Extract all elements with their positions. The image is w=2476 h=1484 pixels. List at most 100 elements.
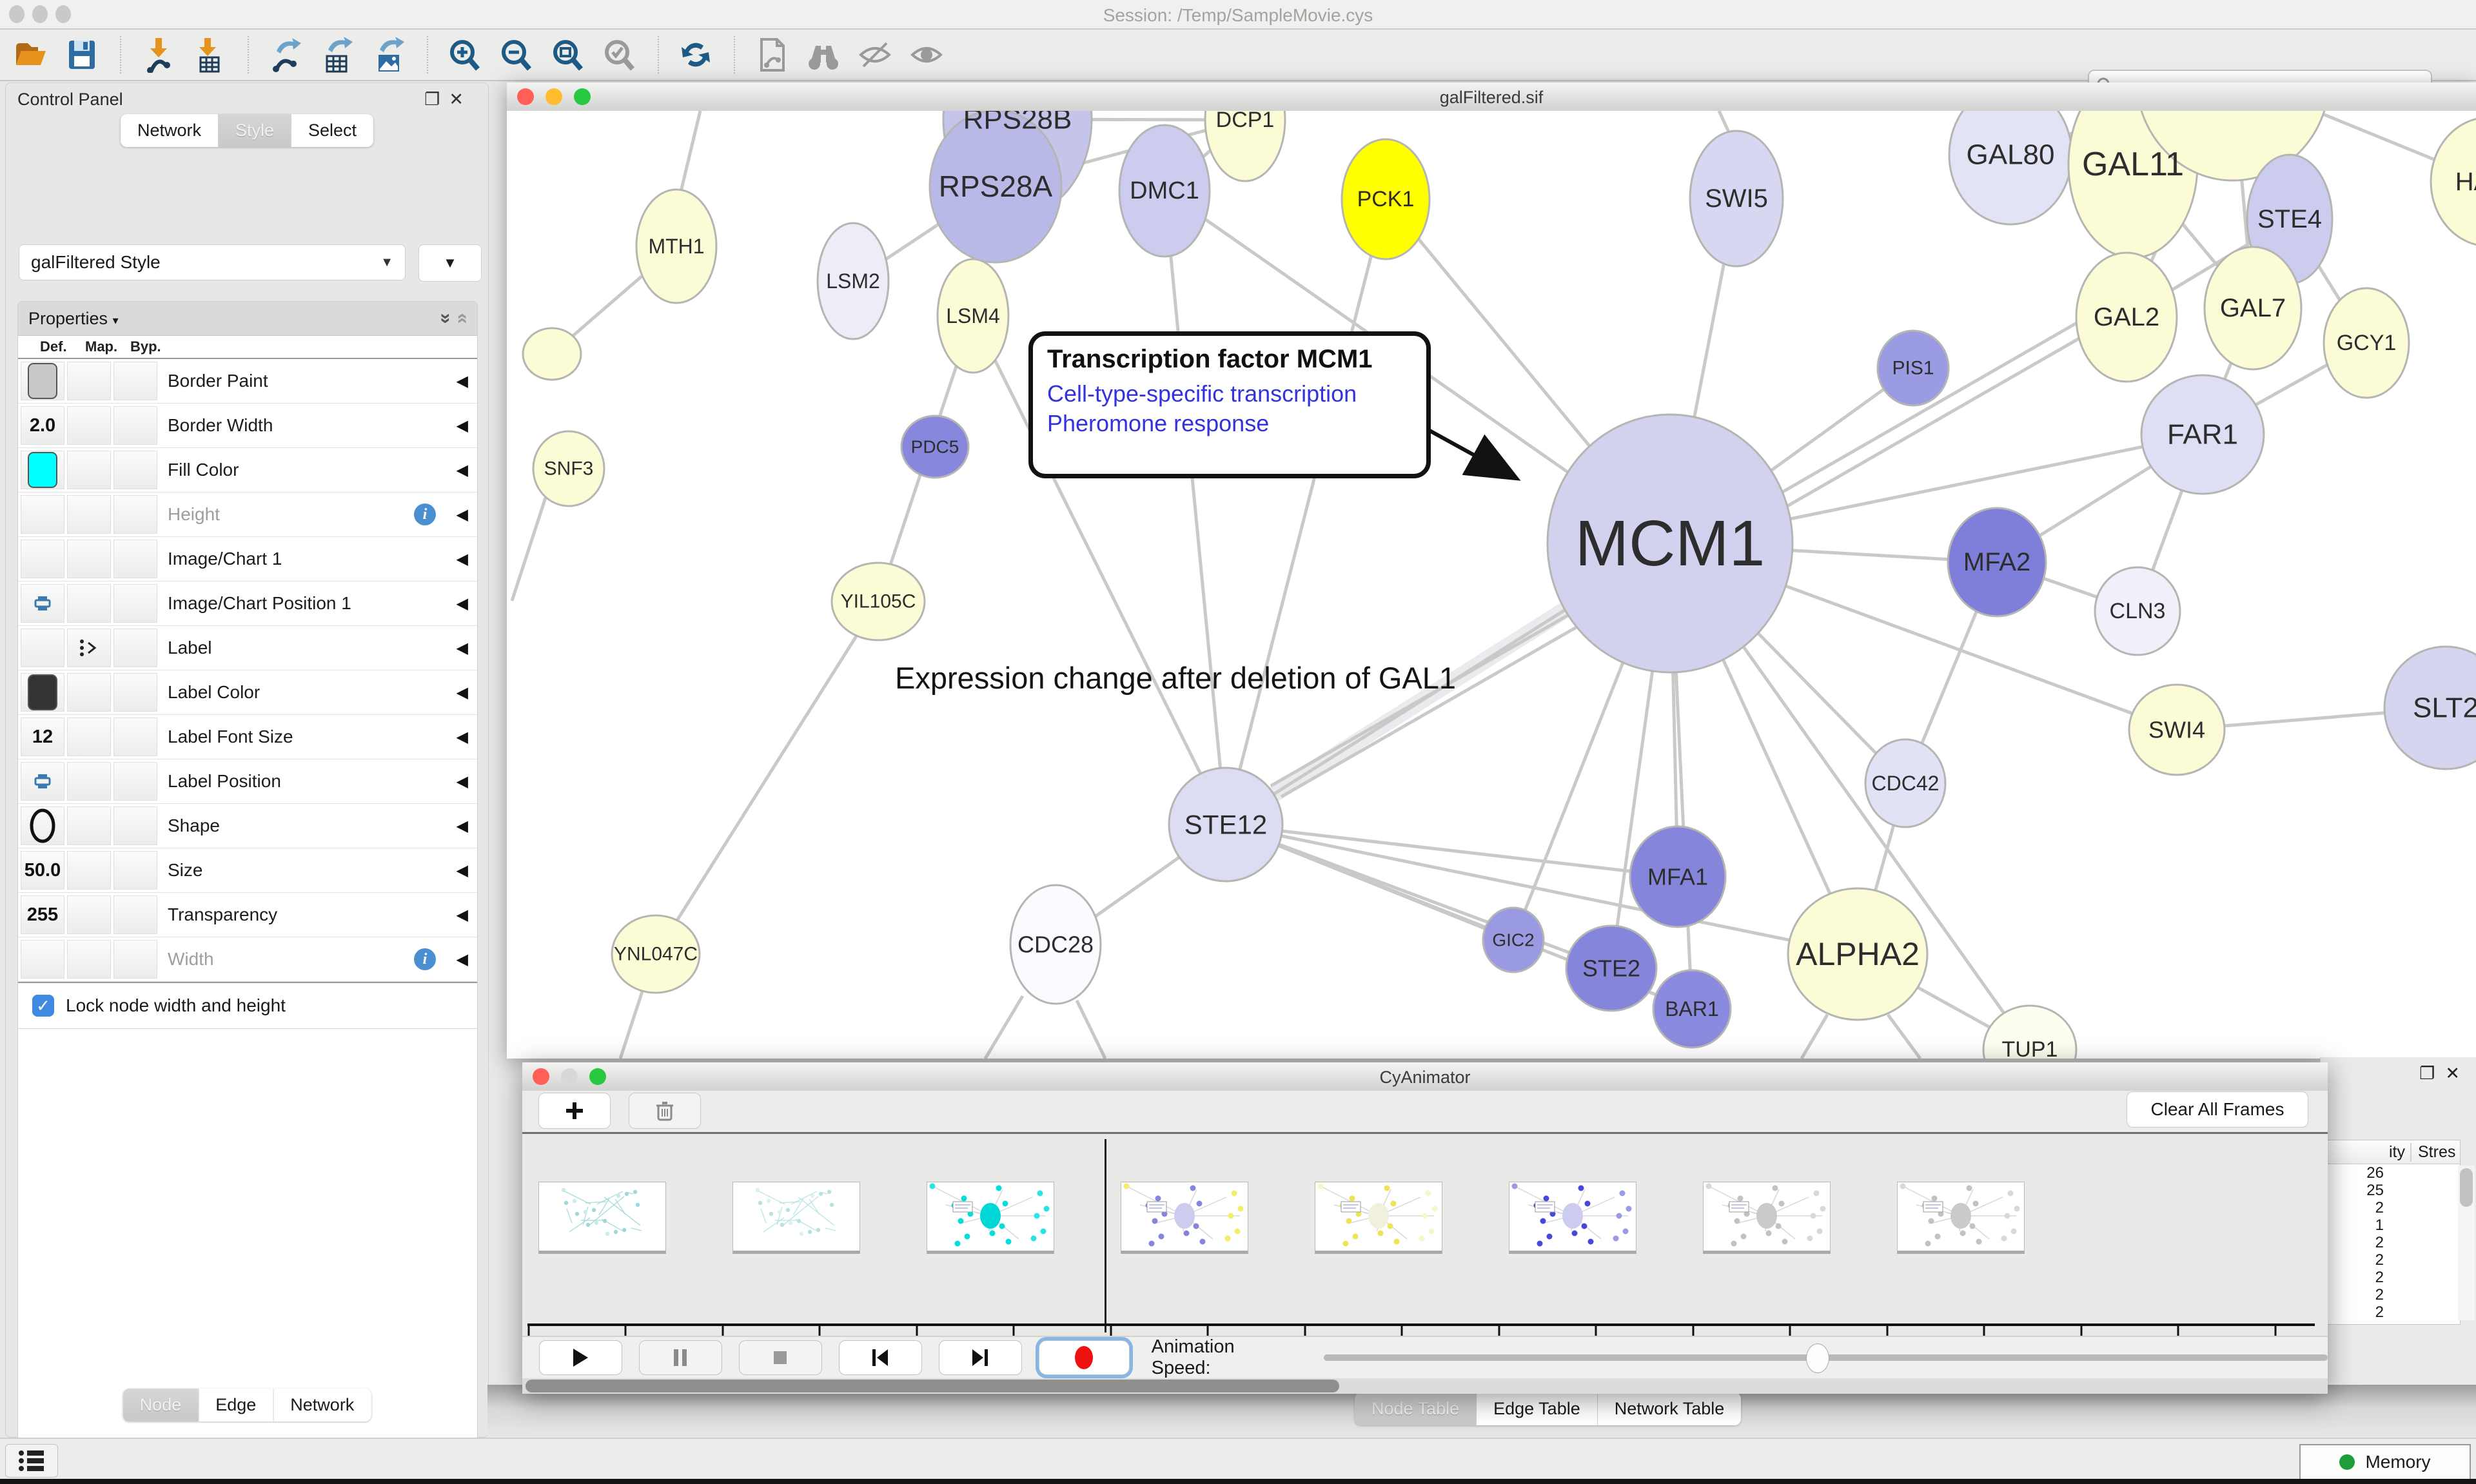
prop-row-border-paint[interactable]: Border Paint ◀ bbox=[18, 359, 477, 404]
import-network-button[interactable] bbox=[139, 35, 177, 75]
prop-row-label-color[interactable]: Label Color ◀ bbox=[18, 670, 477, 715]
network-snapshot-button[interactable] bbox=[753, 35, 791, 75]
expand-row-icon[interactable]: ◀ bbox=[457, 416, 468, 435]
prop-mapping-cell[interactable] bbox=[67, 851, 111, 890]
prop-default-cell[interactable]: 2.0 bbox=[21, 406, 64, 445]
column-header-centrality[interactable]: ity bbox=[2328, 1143, 2412, 1162]
info-icon[interactable]: i bbox=[414, 503, 436, 525]
prop-row-size[interactable]: 50.0 Size ◀ bbox=[18, 848, 477, 893]
network-edge[interactable] bbox=[656, 601, 878, 954]
network-window-titlebar[interactable]: galFiltered.sif bbox=[507, 83, 2476, 112]
prop-default-cell[interactable] bbox=[21, 940, 64, 979]
animation-frame-1[interactable] bbox=[538, 1182, 666, 1254]
table-cell-centrality[interactable]: 25 bbox=[2328, 1182, 2460, 1199]
table-cell-centrality[interactable]: 2 bbox=[2328, 1251, 2460, 1269]
animation-frame-5[interactable] bbox=[1315, 1182, 1442, 1254]
prop-default-cell[interactable] bbox=[21, 362, 64, 400]
prop-row-image-chart-position-1[interactable]: Image/Chart Position 1 ◀ bbox=[18, 581, 477, 626]
prop-mapping-cell[interactable] bbox=[67, 806, 111, 845]
zoom-fit-button[interactable] bbox=[549, 35, 587, 75]
close-panel-icon[interactable]: ✕ bbox=[2445, 1064, 2470, 1083]
table-cell-centrality[interactable]: 26 bbox=[2328, 1164, 2460, 1182]
prop-mapping-cell[interactable] bbox=[67, 940, 111, 979]
network-edge[interactable] bbox=[681, 111, 700, 191]
prop-mapping-cell[interactable] bbox=[67, 673, 111, 712]
prop-default-cell[interactable] bbox=[21, 629, 64, 667]
prop-row-fill-color[interactable]: Fill Color ◀ bbox=[18, 448, 477, 493]
prop-default-cell[interactable] bbox=[21, 584, 64, 623]
zoom-in-button[interactable] bbox=[446, 35, 484, 75]
tab-node[interactable]: Node bbox=[123, 1389, 199, 1421]
prop-bypass-cell[interactable] bbox=[113, 940, 157, 979]
prop-row-label-position[interactable]: Label Position ◀ bbox=[18, 759, 477, 804]
table-cell-centrality[interactable]: 1 bbox=[2328, 1216, 2460, 1234]
animation-speed-slider[interactable] bbox=[1324, 1354, 2328, 1361]
network-edge[interactable] bbox=[985, 996, 1023, 1059]
expand-row-icon[interactable]: ◀ bbox=[457, 505, 468, 524]
close-panel-icon[interactable]: ✕ bbox=[449, 90, 473, 109]
animation-frame-8[interactable] bbox=[1897, 1182, 2025, 1254]
slider-knob[interactable] bbox=[1806, 1343, 1829, 1373]
prop-default-cell[interactable]: 50.0 bbox=[21, 851, 64, 890]
prop-bypass-cell[interactable] bbox=[113, 762, 157, 801]
prop-bypass-cell[interactable] bbox=[113, 629, 157, 667]
prop-mapping-cell[interactable] bbox=[67, 584, 111, 623]
annotation-link-1[interactable]: Cell-type-specific transcription bbox=[1047, 380, 1412, 407]
zoom-selected-button[interactable] bbox=[601, 35, 638, 75]
table-vertical-scrollbar[interactable] bbox=[2458, 1166, 2475, 1320]
network-edge[interactable] bbox=[620, 991, 642, 1059]
prop-mapping-cell[interactable] bbox=[67, 629, 111, 667]
memory-button[interactable]: Memory bbox=[2299, 1444, 2471, 1480]
expand-row-icon[interactable]: ◀ bbox=[457, 683, 468, 702]
show-details-button[interactable] bbox=[908, 35, 945, 75]
tab-edge-table[interactable]: Edge Table bbox=[1477, 1392, 1598, 1425]
import-table-button[interactable] bbox=[191, 35, 228, 75]
expand-row-icon[interactable]: ◀ bbox=[457, 817, 468, 835]
expand-row-icon[interactable]: ◀ bbox=[457, 461, 468, 480]
animation-frame-7[interactable] bbox=[1703, 1182, 1831, 1254]
hide-details-button[interactable] bbox=[856, 35, 894, 75]
table-cell-centrality[interactable]: 2 bbox=[2328, 1269, 2460, 1286]
prop-bypass-cell[interactable] bbox=[113, 673, 157, 712]
tab-select[interactable]: Select bbox=[291, 114, 373, 147]
prop-row-border-width[interactable]: 2.0 Border Width ◀ bbox=[18, 404, 477, 448]
tab-network[interactable]: Network bbox=[273, 1389, 371, 1421]
prop-mapping-cell[interactable] bbox=[67, 406, 111, 445]
prop-bypass-cell[interactable] bbox=[113, 895, 157, 934]
prop-default-cell[interactable] bbox=[21, 495, 64, 534]
zoom-out-button[interactable] bbox=[498, 35, 535, 75]
skip-to-start-button[interactable] bbox=[839, 1340, 922, 1375]
prop-default-cell[interactable] bbox=[21, 451, 64, 489]
animator-horizontal-scrollbar[interactable] bbox=[522, 1378, 2328, 1394]
prop-row-width[interactable]: Width i ◀ bbox=[18, 937, 477, 982]
prop-mapping-cell[interactable] bbox=[67, 718, 111, 756]
record-button[interactable] bbox=[1039, 1340, 1130, 1375]
prop-bypass-cell[interactable] bbox=[113, 451, 157, 489]
animation-frame-3[interactable] bbox=[927, 1182, 1054, 1254]
animation-frame-6[interactable] bbox=[1509, 1182, 1636, 1254]
prop-mapping-cell[interactable] bbox=[67, 540, 111, 578]
prop-default-cell[interactable]: 12 bbox=[21, 718, 64, 756]
network-node[interactable] bbox=[523, 328, 581, 380]
annotation-link-2[interactable]: Pheromone response bbox=[1047, 410, 1412, 437]
clear-all-frames-button[interactable]: Clear All Frames bbox=[2127, 1091, 2308, 1128]
table-cell-centrality[interactable]: 2 bbox=[2328, 1199, 2460, 1216]
network-edge[interactable] bbox=[1802, 1015, 1827, 1059]
prop-default-cell[interactable] bbox=[21, 806, 64, 845]
prop-default-cell[interactable] bbox=[21, 762, 64, 801]
lock-aspect-checkbox[interactable]: ✓ bbox=[32, 995, 54, 1017]
network-canvas[interactable]: RPS28BDCP1RPS28ADMC1PCK1MTH1LSM2LSM4SNF3… bbox=[507, 111, 2476, 1059]
column-header-stress[interactable]: Stres bbox=[2412, 1143, 2455, 1162]
expand-row-icon[interactable]: ◀ bbox=[457, 550, 468, 569]
tab-style[interactable]: Style bbox=[219, 114, 291, 147]
expand-row-icon[interactable]: ◀ bbox=[457, 950, 468, 969]
expand-row-icon[interactable]: ◀ bbox=[457, 906, 468, 924]
network-edge[interactable] bbox=[512, 498, 545, 601]
skip-to-end-button[interactable] bbox=[939, 1340, 1022, 1375]
prop-default-cell[interactable]: 255 bbox=[21, 895, 64, 934]
expand-row-icon[interactable]: ◀ bbox=[457, 772, 468, 791]
network-edge[interactable] bbox=[1888, 1015, 1920, 1059]
apply-layout-button[interactable] bbox=[677, 35, 714, 75]
expand-row-icon[interactable]: ◀ bbox=[457, 372, 468, 391]
prop-mapping-cell[interactable] bbox=[67, 362, 111, 400]
